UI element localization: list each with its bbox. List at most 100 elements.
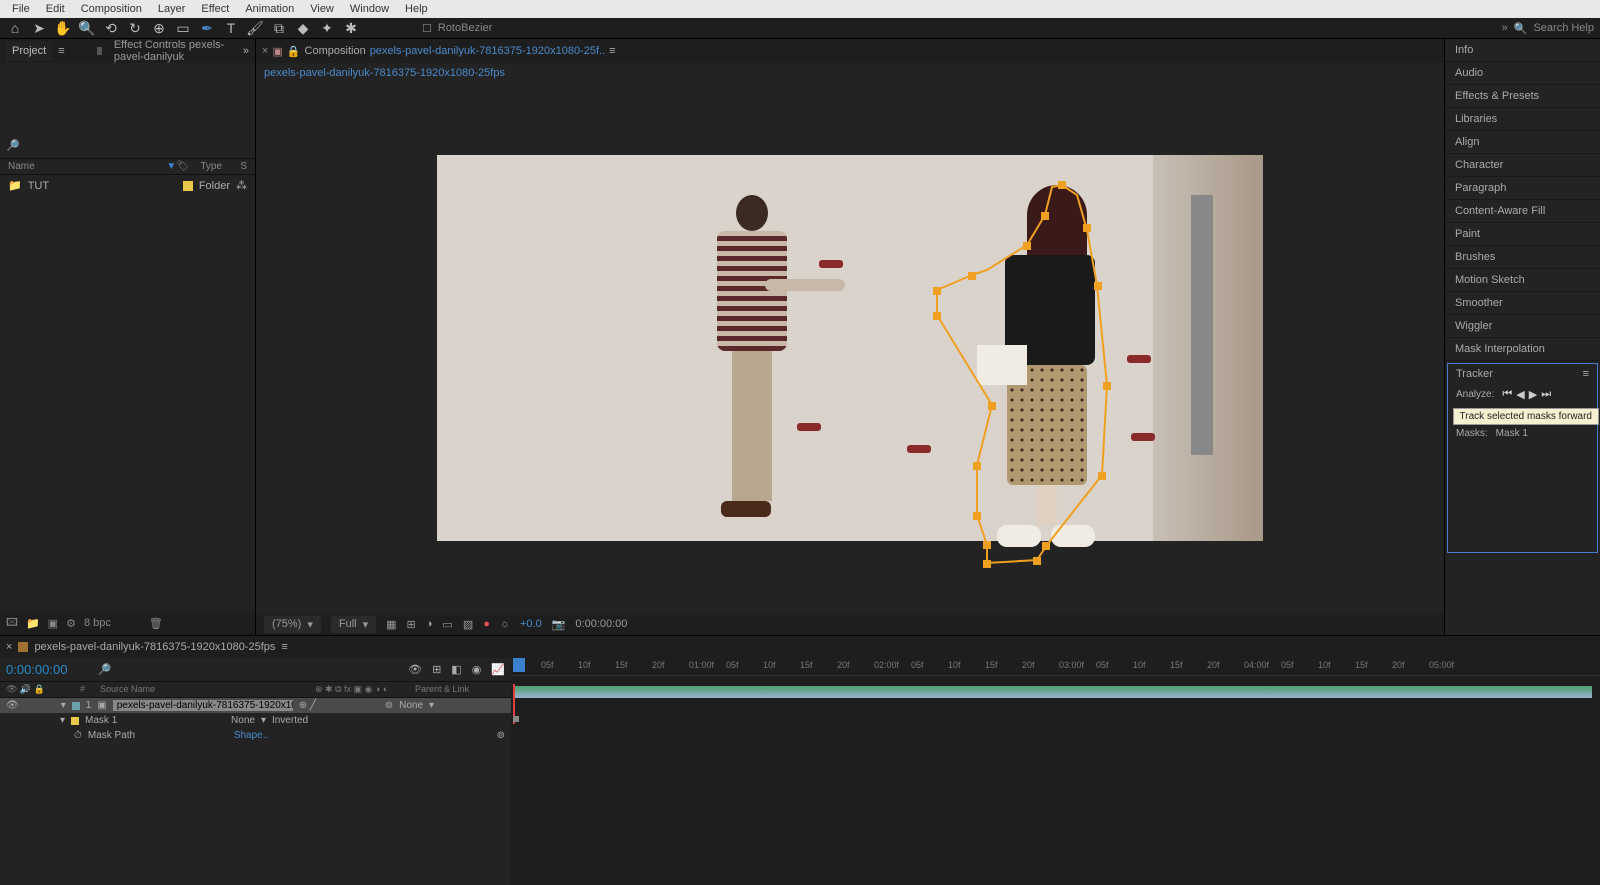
snapshot-icon[interactable]: 📷 xyxy=(552,618,566,631)
mask-row[interactable]: ▾ Mask 1 None ▾ Inverted xyxy=(0,713,511,728)
pan-behind-tool-icon[interactable]: ⊕ xyxy=(150,20,168,37)
analyze-back-all-icon[interactable]: ⏮ xyxy=(1502,388,1512,401)
col-label-icon[interactable]: 🏷 xyxy=(176,161,200,172)
roto-tool-icon[interactable]: ✦ xyxy=(318,20,336,37)
settings-icon[interactable]: ⚙ xyxy=(66,617,76,630)
preview-time[interactable]: 0:00:00:00 xyxy=(575,618,627,630)
rotobezier-checkbox[interactable]: ☐ xyxy=(422,22,432,35)
stopwatch-icon[interactable]: ⏱ xyxy=(74,730,82,741)
new-folder-icon[interactable]: 📁 xyxy=(26,617,40,630)
motion-blur-icon[interactable]: ◉ xyxy=(472,663,482,676)
mask-icon[interactable]: ◑ xyxy=(426,618,433,630)
panel-info[interactable]: Info xyxy=(1445,39,1600,62)
twirl-icon[interactable]: ▾ xyxy=(60,715,65,726)
menu-effect[interactable]: Effect xyxy=(193,3,237,15)
timeline-tab[interactable]: pexels-pavel-danilyuk-7816375-1920x1080-… xyxy=(34,641,275,653)
label-color-icon[interactable] xyxy=(183,181,193,191)
bpc-label[interactable]: 8 bpc xyxy=(84,617,111,629)
analyze-forward-icon[interactable]: ▶ xyxy=(1529,388,1537,401)
analyze-forward-all-icon[interactable]: ⏭ xyxy=(1541,388,1551,401)
grid-icon[interactable]: ▦ xyxy=(386,618,396,631)
layer-row[interactable]: 👁 ▾ 1 ▣ pexels-pavel-danilyuk-7816375-19… xyxy=(0,698,511,713)
current-timecode[interactable]: 0:00:00:00 xyxy=(6,662,67,677)
region-icon[interactable]: ▭ xyxy=(442,618,452,631)
menu-composition[interactable]: Composition xyxy=(73,3,150,15)
panel-mask-interp[interactable]: Mask Interpolation xyxy=(1445,338,1600,361)
project-item-tut[interactable]: 📁 TUT Folder ⁂ xyxy=(0,175,255,196)
close-tab-icon[interactable]: × xyxy=(262,45,268,57)
time-ruler[interactable]: 05f10f15f20f01:00f05f10f15f20f02:00f05f1… xyxy=(511,658,1600,676)
col-source[interactable]: Source Name xyxy=(100,684,315,695)
home-icon[interactable]: ⌂ xyxy=(6,20,24,36)
expand-icon[interactable]: » xyxy=(1502,22,1508,34)
lock-icon[interactable]: 🔒 xyxy=(287,45,301,58)
interpret-icon[interactable]: 🖾 xyxy=(6,614,18,633)
timeline-area[interactable]: 05f10f15f20f01:00f05f10f15f20f02:00f05f1… xyxy=(511,658,1600,885)
panel-align[interactable]: Align xyxy=(1445,131,1600,154)
pen-tool-icon[interactable]: ✒ xyxy=(198,20,216,37)
keyframe-icon[interactable] xyxy=(513,716,519,722)
menu-animation[interactable]: Animation xyxy=(237,3,302,15)
comp-breadcrumb[interactable]: pexels-pavel-danilyuk-7816375-1920x1080-… xyxy=(256,63,1444,83)
panel-motion-sketch[interactable]: Motion Sketch xyxy=(1445,269,1600,292)
visibility-icon[interactable]: 👁 xyxy=(6,700,19,711)
menu-file[interactable]: File xyxy=(4,3,38,15)
selection-tool-icon[interactable]: ➤ xyxy=(30,20,48,37)
clone-tool-icon[interactable]: ⧉ xyxy=(270,20,288,37)
close-tab-icon[interactable]: × xyxy=(6,641,12,653)
panel-content-aware[interactable]: Content-Aware Fill xyxy=(1445,200,1600,223)
transparency-icon[interactable]: ▨ xyxy=(463,618,473,631)
menu-view[interactable]: View xyxy=(302,3,342,15)
tracker-title[interactable]: Tracker xyxy=(1456,368,1493,380)
layer-name[interactable]: pexels-pavel-danilyuk-7816375-1920x1080-… xyxy=(113,700,293,711)
panel-libraries[interactable]: Libraries xyxy=(1445,108,1600,131)
rotate-tool-icon[interactable]: ↻ xyxy=(126,20,144,37)
menu-layer[interactable]: Layer xyxy=(150,3,194,15)
tab-menu-icon[interactable]: ≡ xyxy=(609,45,615,57)
playhead-icon[interactable] xyxy=(513,658,525,672)
exposure-value[interactable]: +0.0 xyxy=(520,618,542,630)
zoom-select[interactable]: (75%)▾ xyxy=(264,616,321,633)
shy-icon[interactable]: 👁 xyxy=(408,663,422,676)
expression-pick-icon[interactable]: ⊚ xyxy=(497,730,505,741)
track-switches-icon[interactable]: ⊞ xyxy=(432,663,441,676)
tab-menu-icon[interactable]: ≡ xyxy=(281,641,287,653)
menu-help[interactable]: Help xyxy=(397,3,436,15)
panel-smoother[interactable]: Smoother xyxy=(1445,292,1600,315)
shape-link[interactable]: Shape.. xyxy=(234,730,268,741)
mask-path-row[interactable]: ⏱ Mask Path Shape.. ⊚ xyxy=(0,728,511,743)
trash-icon[interactable]: 🗑 xyxy=(149,617,163,630)
flow-icon[interactable]: ⁂ xyxy=(236,179,247,192)
composition-viewer[interactable] xyxy=(256,83,1444,613)
panel-effects[interactable]: Effects & Presets xyxy=(1445,85,1600,108)
zoom-tool-icon[interactable]: 🔍 xyxy=(78,20,96,37)
timeline-search[interactable]: 🔎 xyxy=(97,663,111,676)
panel-paragraph[interactable]: Paragraph xyxy=(1445,177,1600,200)
type-tool-icon[interactable]: T xyxy=(222,20,240,36)
layer-bar[interactable] xyxy=(513,686,1592,698)
hand-tool-icon[interactable]: ✋ xyxy=(54,20,72,37)
analyze-back-icon[interactable]: ◀ xyxy=(1516,388,1524,401)
layer-color[interactable] xyxy=(72,702,80,710)
new-comp-icon[interactable]: ▣ xyxy=(48,617,58,630)
panel-paint[interactable]: Paint xyxy=(1445,223,1600,246)
canvas[interactable] xyxy=(437,155,1263,541)
eraser-tool-icon[interactable]: ◆ xyxy=(294,20,312,37)
comp-link[interactable]: pexels-pavel-danilyuk-7816375-1920x1080-… xyxy=(370,45,605,57)
guides-icon[interactable]: ⊞ xyxy=(407,618,416,631)
menu-edit[interactable]: Edit xyxy=(38,3,73,15)
project-tab-menu-icon[interactable]: ≡ xyxy=(58,45,64,57)
brush-tool-icon[interactable]: 🖌 xyxy=(246,20,264,37)
mask-color-icon[interactable] xyxy=(71,717,79,725)
help-search[interactable]: » 🔍 Search Help xyxy=(1502,22,1594,35)
mask-name[interactable]: Mask 1 xyxy=(85,715,225,726)
panel-brushes[interactable]: Brushes xyxy=(1445,246,1600,269)
frame-blend-icon[interactable]: ◧ xyxy=(451,663,461,676)
masks-value[interactable]: Mask 1 xyxy=(1496,428,1528,439)
switches[interactable]: ⊕ ╱ xyxy=(299,700,379,711)
graph-icon[interactable]: 📈 xyxy=(491,663,505,676)
panel-audio[interactable]: Audio xyxy=(1445,62,1600,85)
project-tab[interactable]: Project xyxy=(6,41,52,61)
reset-exposure-icon[interactable]: ☼ xyxy=(500,618,510,630)
menu-window[interactable]: Window xyxy=(342,3,397,15)
